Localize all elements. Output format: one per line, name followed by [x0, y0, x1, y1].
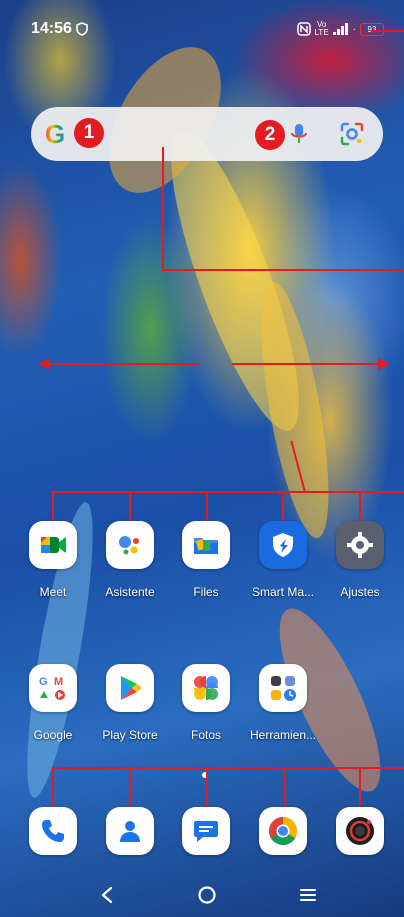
status-bar: 14:56 Vo LTE · 93 [0, 0, 404, 60]
dock-camera[interactable] [320, 807, 400, 855]
camera-icon [336, 807, 384, 855]
annotation-line [52, 491, 404, 493]
dock-messages[interactable] [166, 807, 246, 855]
annotation-badge-1: 1 [74, 118, 104, 148]
messages-icon [182, 807, 230, 855]
google-lens-icon[interactable] [339, 121, 365, 147]
app-asistente[interactable]: Asistente [90, 521, 170, 599]
app-label: Asistente [105, 585, 155, 599]
svg-text:M: M [54, 676, 63, 688]
app-label: Fotos [190, 728, 221, 742]
annotation-line [162, 269, 404, 271]
files-icon [182, 521, 230, 569]
menu-lines-icon [300, 889, 316, 901]
network-type: Vo LTE [315, 21, 329, 37]
status-right-group: Vo LTE · 93 [296, 21, 384, 37]
tools-folder-icon [259, 664, 307, 712]
annotation-line [129, 767, 131, 807]
photos-icon [182, 664, 230, 712]
app-fotos[interactable]: Fotos [166, 664, 246, 742]
annotation-line [162, 147, 164, 271]
recents-button[interactable] [293, 880, 323, 910]
annotation-line [359, 767, 361, 807]
svg-text:G: G [39, 676, 48, 688]
dock-chrome[interactable] [243, 807, 323, 855]
swipe-left-arrow [38, 358, 200, 370]
battery-icon: 93 [360, 22, 384, 36]
chevron-left-icon [101, 886, 113, 904]
app-play-store[interactable]: Play Store [90, 664, 170, 742]
app-label: Play Store [102, 728, 158, 742]
dock-contacts[interactable] [90, 807, 170, 855]
status-time: 14:56 [31, 20, 72, 37]
assistant-icon [106, 521, 154, 569]
home-circle-icon [198, 886, 216, 904]
annotation-line [206, 491, 208, 521]
annotation-line [52, 491, 54, 521]
app-label: Smart Ma... [251, 585, 314, 599]
gear-icon [336, 521, 384, 569]
microphone-icon[interactable] [286, 121, 312, 147]
network-lte-label: LTE [314, 28, 329, 37]
dock-phone[interactable] [13, 807, 93, 855]
app-label: Ajustes [340, 585, 380, 599]
annotation-line [284, 767, 286, 807]
app-label: Meet [39, 585, 67, 599]
annotation-badge-2: 2 [255, 120, 285, 150]
app-smart-manager[interactable]: Smart Ma... [243, 521, 323, 599]
navigation-bar [0, 870, 404, 917]
shield-status-icon [76, 22, 88, 36]
google-g-icon: G [45, 119, 66, 149]
annotation-line [282, 491, 284, 521]
annotation-line [52, 767, 54, 807]
app-label: Files [193, 585, 219, 599]
app-label: Google [33, 728, 73, 742]
signal-dot: · [352, 23, 356, 35]
annotation-line [129, 491, 131, 521]
app-ajustes[interactable]: Ajustes [320, 521, 400, 599]
annotation-line [371, 30, 404, 32]
annotation-line [52, 767, 404, 769]
signal-icon [332, 23, 348, 35]
annotation-line [206, 767, 208, 807]
app-herramientas[interactable]: Herramien... [243, 664, 323, 742]
home-button[interactable] [192, 880, 222, 910]
app-google[interactable]: G M Google [13, 664, 93, 742]
app-files[interactable]: Files [166, 521, 246, 599]
google-folder-icon: G M [29, 664, 77, 712]
play-store-icon [106, 664, 154, 712]
shield-app-icon [259, 521, 307, 569]
meet-icon [29, 521, 77, 569]
back-button[interactable] [92, 880, 122, 910]
annotation-line [359, 491, 361, 521]
contacts-icon [106, 807, 154, 855]
nfc-icon [296, 22, 311, 36]
home-screen: 14:56 Vo LTE · 93 G 1 2 Meet Asistente F… [0, 0, 404, 917]
chrome-icon [259, 807, 307, 855]
phone-icon [29, 807, 77, 855]
app-label: Herramien... [249, 728, 317, 742]
swipe-right-arrow [232, 358, 390, 370]
app-meet[interactable]: Meet [13, 521, 93, 599]
